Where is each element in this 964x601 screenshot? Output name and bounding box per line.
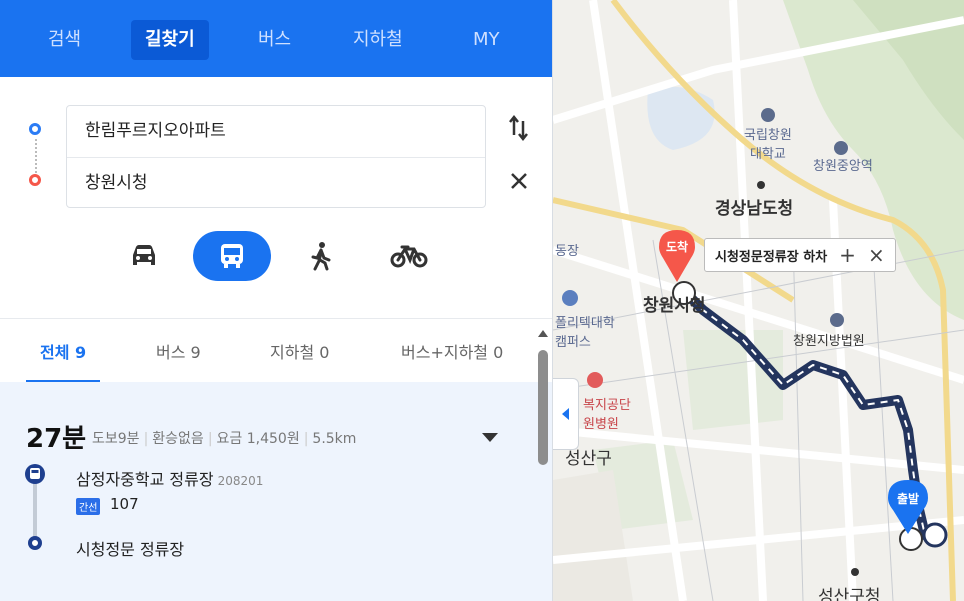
bike-icon bbox=[390, 245, 428, 268]
boarding-stop[interactable]: 삼정자중학교 정류장 208201 bbox=[76, 466, 263, 490]
boarding-stop-name: 삼정자중학교 정류장 bbox=[76, 470, 214, 489]
tooltip-text: 시청정문정류장 하차 bbox=[715, 249, 828, 265]
tab-subway-results[interactable]: 지하철 0 bbox=[270, 339, 329, 363]
tab-search[interactable]: 검색 bbox=[48, 20, 81, 60]
map-label-welfare: 복지공단 원병원 bbox=[583, 398, 631, 432]
tab-directions[interactable]: 길찾기 bbox=[131, 20, 209, 60]
stop-code: 208201 bbox=[217, 474, 264, 488]
map-label-tong: 동장 bbox=[555, 244, 579, 259]
tab-my[interactable]: MY bbox=[473, 20, 500, 60]
transfer-info: 환승없음 bbox=[152, 431, 204, 447]
tooltip-close-icon[interactable]: × bbox=[868, 243, 885, 267]
tab-bus-subway-results[interactable]: 버스+지하철 0 bbox=[401, 339, 503, 363]
departure-label: 출발 bbox=[896, 492, 920, 506]
map-label-gov: 경상남도청 bbox=[715, 199, 794, 219]
car-mode-button[interactable] bbox=[105, 231, 183, 281]
origin-input[interactable]: 한림푸르지오아파트 bbox=[67, 106, 485, 157]
map-view[interactable]: 국립창원 대학교 창원중앙역 경상남도청 동장 창원시청 창원지방법원 폴리텍대… bbox=[553, 0, 964, 601]
tab-all[interactable]: 전체 9 bbox=[40, 339, 86, 363]
transport-modes bbox=[0, 227, 552, 283]
departure-pin[interactable]: 출발 bbox=[888, 480, 928, 540]
bus-mode-button[interactable] bbox=[193, 231, 271, 281]
map-label-court: 창원지방법원 bbox=[793, 334, 865, 349]
destination-stop-icon bbox=[28, 536, 42, 550]
map-label-station: 창원중앙역 bbox=[813, 159, 873, 174]
tab-subway[interactable]: 지하철 bbox=[353, 20, 403, 60]
origin-dot-icon bbox=[29, 123, 41, 135]
stop-tooltip: 시청정문정류장 하차 + × bbox=[704, 238, 896, 272]
map-label-university: 국립창원 대학교 bbox=[744, 128, 792, 162]
bike-mode-button[interactable] bbox=[370, 231, 448, 281]
arrival-pin[interactable]: 도착 bbox=[659, 230, 695, 288]
tooltip-plus-icon[interactable]: + bbox=[839, 243, 856, 267]
map-label-seongsan-office: 성산구청 bbox=[818, 587, 881, 601]
arrival-label: 도착 bbox=[665, 240, 689, 254]
result-filter-tabs: 전체 9 버스 9 지하철 0 버스+지하철 0 bbox=[0, 318, 552, 383]
clear-icon[interactable] bbox=[509, 171, 529, 197]
fare: 요금 1,450원 bbox=[216, 431, 300, 447]
travel-time: 27분 bbox=[26, 424, 87, 454]
tab-bus[interactable]: 버스 bbox=[258, 20, 291, 60]
destination-input[interactable]: 창원시청 bbox=[67, 157, 485, 208]
walk-mode-button[interactable] bbox=[282, 231, 360, 281]
directions-panel: 검색 길찾기 버스 지하철 MY 한림푸르지오아파트 창원시청 전체 9 버스 … bbox=[0, 0, 553, 601]
scroll-up-icon[interactable] bbox=[538, 330, 548, 337]
car-icon bbox=[133, 245, 155, 265]
alighting-stop[interactable]: 시청정문 정류장 bbox=[76, 536, 184, 560]
walk-icon bbox=[311, 242, 331, 271]
collapse-panel-button[interactable] bbox=[553, 378, 579, 450]
swap-icon[interactable] bbox=[509, 114, 529, 147]
expand-chevron-down-icon[interactable] bbox=[482, 433, 498, 442]
route-inputs-section: 한림푸르지오아파트 창원시청 bbox=[0, 77, 552, 317]
route-connector bbox=[35, 139, 37, 173]
bus-number[interactable]: 107 bbox=[110, 495, 139, 513]
bus-stop-icon bbox=[25, 464, 45, 484]
scrollbar[interactable] bbox=[537, 330, 549, 470]
chevron-left-icon bbox=[561, 408, 569, 420]
top-nav: 검색 길찾기 버스 지하철 MY bbox=[0, 0, 552, 77]
route-meta: 도보9분 | 환승없음 | 요금 1,450원 | 5.5km bbox=[92, 431, 357, 447]
bus-type-badge: 간선 bbox=[76, 498, 101, 515]
walk-time: 도보9분 bbox=[92, 431, 140, 447]
scroll-thumb[interactable] bbox=[538, 350, 548, 465]
map-label-cityhall: 창원시청 bbox=[643, 296, 706, 316]
distance: 5.5km bbox=[312, 431, 357, 447]
destination-dot-icon bbox=[29, 174, 41, 186]
tab-bus-results[interactable]: 버스 9 bbox=[156, 339, 201, 363]
map-label-poly: 폴리텍대학 캠퍼스 bbox=[555, 316, 615, 350]
route-inputs: 한림푸르지오아파트 창원시청 bbox=[66, 105, 486, 208]
bus-icon bbox=[221, 244, 243, 268]
result-item[interactable]: 27분 도보9분 | 환승없음 | 요금 1,450원 | 5.5km 삼정자중학교 정류장… bbox=[0, 382, 552, 601]
route-line bbox=[33, 484, 37, 538]
